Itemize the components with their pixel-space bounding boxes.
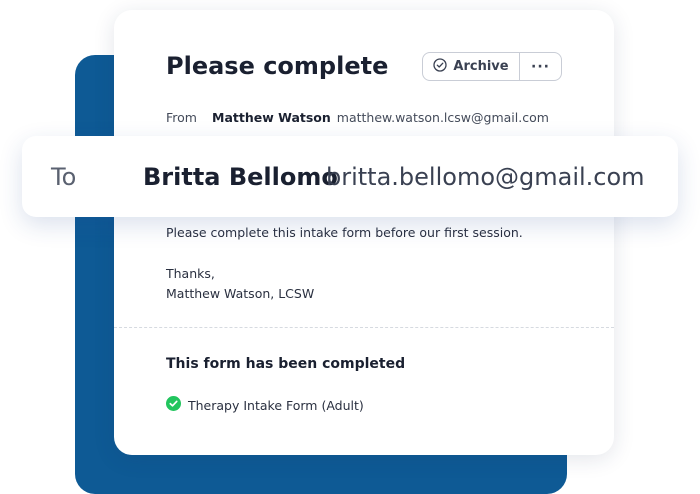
- more-options-button[interactable]: ···: [520, 53, 561, 80]
- check-circle-filled-icon: [166, 396, 181, 414]
- email-signoff: Thanks, Matthew Watson, LCSW: [166, 264, 314, 304]
- completed-form-item[interactable]: Therapy Intake Form (Adult): [166, 396, 364, 414]
- signoff-line-2: Matthew Watson, LCSW: [166, 286, 315, 301]
- sender-name: Matthew Watson: [212, 110, 331, 125]
- check-circle-icon: [433, 57, 448, 76]
- sender-email: matthew.watson.lcsw@gmail.com: [336, 110, 549, 125]
- recipient-email: britta.bellomo@gmail.com: [326, 162, 645, 191]
- email-card: Please complete Archive ··· From Matthew…: [114, 10, 614, 455]
- recipient-name: Britta Bellomo: [143, 162, 338, 191]
- from-label: From: [166, 110, 197, 125]
- email-title: Please complete: [166, 52, 389, 80]
- more-icon: ···: [531, 58, 550, 75]
- completed-heading: This form has been completed: [166, 356, 406, 372]
- archive-label: Archive: [453, 59, 509, 74]
- signoff-line-1: Thanks,: [166, 266, 215, 281]
- recipient-bar: To Britta Bellomo britta.bellomo@gmail.c…: [22, 136, 678, 217]
- archive-button[interactable]: Archive: [423, 53, 520, 80]
- email-body: Please complete this intake form before …: [166, 225, 523, 240]
- email-actions: Archive ···: [422, 52, 562, 81]
- completed-form-name: Therapy Intake Form (Adult): [188, 397, 364, 413]
- from-row: From Matthew Watson matthew.watson.lcsw@…: [166, 110, 549, 125]
- to-label: To: [51, 162, 77, 191]
- section-divider: [114, 327, 614, 328]
